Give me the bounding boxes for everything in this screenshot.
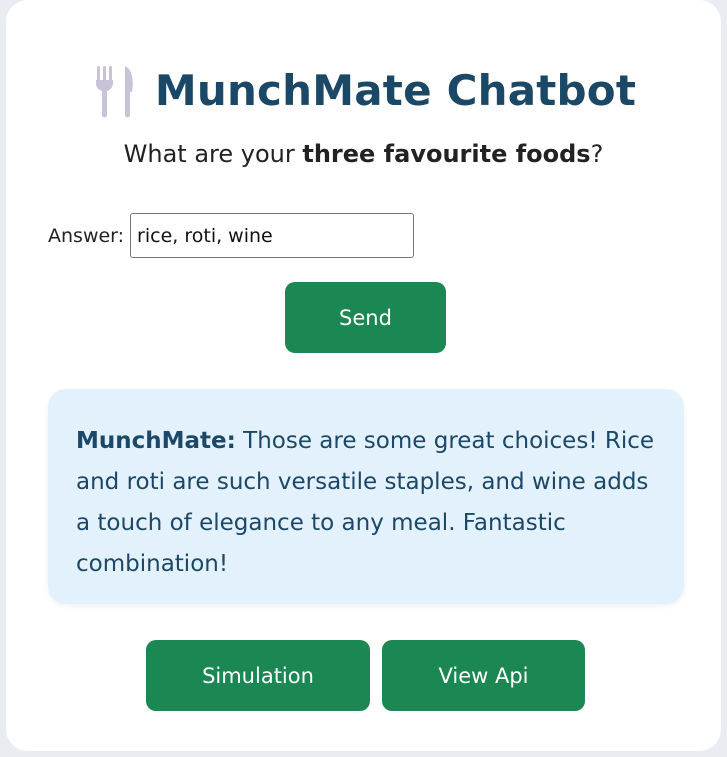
question-emphasis: three favourite foods xyxy=(302,140,591,168)
response-speaker: MunchMate: xyxy=(76,428,236,454)
bot-response: MunchMate: Those are some great choices!… xyxy=(48,389,684,604)
chatbot-card: MunchMate Chatbot What are your three fa… xyxy=(6,0,721,751)
fork-and-knife-icon xyxy=(91,62,141,118)
simulation-button[interactable]: Simulation xyxy=(146,640,370,711)
answer-input[interactable] xyxy=(130,213,415,258)
question-prefix: What are your xyxy=(123,140,303,168)
send-button[interactable]: Send xyxy=(285,282,446,353)
question-suffix: ? xyxy=(590,140,604,168)
answer-row: Answer: xyxy=(48,213,415,258)
answer-label: Answer: xyxy=(48,224,125,247)
view-api-button[interactable]: View Api xyxy=(382,640,585,711)
page-title: MunchMate Chatbot xyxy=(154,65,637,115)
question-prompt: What are your three favourite foods? xyxy=(6,140,721,168)
header: MunchMate Chatbot xyxy=(6,62,721,118)
